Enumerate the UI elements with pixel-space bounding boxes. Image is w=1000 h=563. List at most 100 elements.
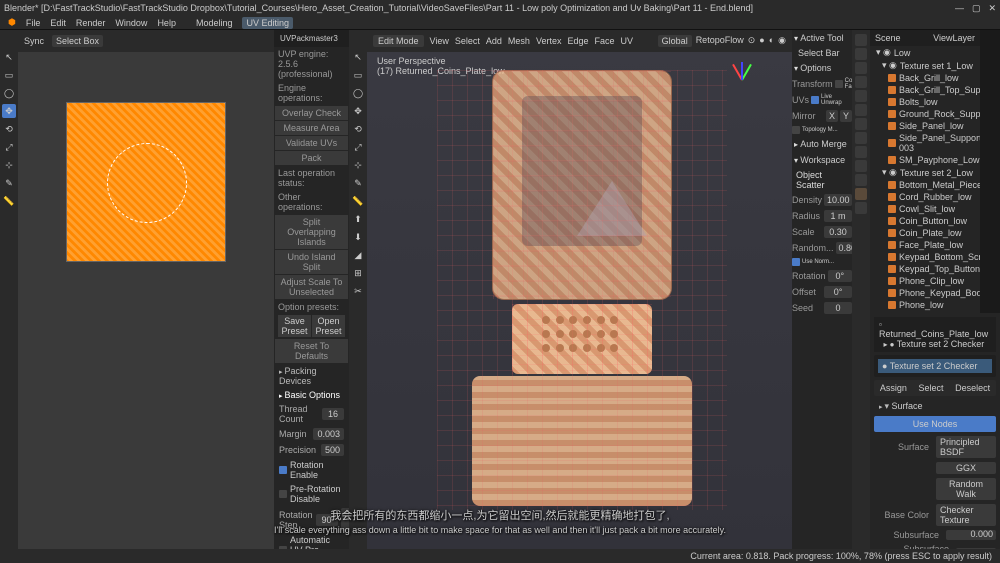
shading-solid-icon[interactable]: ●: [759, 35, 764, 47]
shading-preview-icon[interactable]: ◐: [769, 35, 774, 47]
vp-move-icon[interactable]: ✥: [351, 104, 365, 118]
vp-rotate-icon[interactable]: ⟲: [351, 122, 365, 136]
scene-props-icon[interactable]: [855, 76, 867, 88]
workspace-h[interactable]: ▾ Workspace: [792, 152, 852, 168]
vp-loopcut-icon[interactable]: ⊞: [351, 266, 365, 280]
offset-v[interactable]: 0°: [824, 286, 852, 298]
tool-lasso-icon[interactable]: ◯: [2, 86, 16, 100]
close-icon[interactable]: ✕: [988, 3, 996, 14]
op-validate[interactable]: Validate UVs: [275, 136, 348, 150]
out-item[interactable]: Side_Panel_Support_low-003: [870, 132, 980, 154]
density-v[interactable]: 10.00: [824, 194, 852, 206]
viewport-3d[interactable]: Edit Mode View Select Add Mesh Vertex Ed…: [367, 30, 792, 563]
mirror-x[interactable]: X: [826, 110, 838, 122]
randwalk[interactable]: Random Walk: [936, 478, 996, 500]
out-item[interactable]: Coin_Plate_low: [870, 227, 980, 239]
vp-cursor-icon[interactable]: ↖: [351, 50, 365, 64]
usenorm-chk[interactable]: [792, 258, 800, 266]
op-adjust[interactable]: Adjust Scale To Unselected: [275, 275, 348, 299]
surface-h[interactable]: ▾ Surface: [874, 399, 996, 414]
reset-defaults[interactable]: Reset To Defaults: [275, 339, 348, 363]
op-pack[interactable]: Pack: [275, 151, 348, 165]
minimize-icon[interactable]: —: [955, 3, 964, 14]
tab-modeling[interactable]: Modeling: [196, 18, 233, 28]
checker-tex[interactable]: Checker Texture: [936, 504, 996, 526]
vp-lasso-icon[interactable]: ◯: [351, 86, 365, 100]
out-item[interactable]: Cord_Rubber_low: [870, 191, 980, 203]
uv-islands[interactable]: [66, 102, 226, 262]
tool-rotate-icon[interactable]: ⟲: [2, 122, 16, 136]
out-item[interactable]: Face_Plate_low: [870, 239, 980, 251]
vp-edge[interactable]: Edge: [567, 36, 588, 46]
output-props-icon[interactable]: [855, 48, 867, 60]
tool-annotate-icon[interactable]: ✎: [2, 176, 16, 190]
tool-cursor-icon[interactable]: ↖: [2, 50, 16, 64]
deselect-btn[interactable]: Deselect: [955, 383, 990, 393]
out-item[interactable]: Keypad_Top_Buttons_low: [870, 263, 980, 275]
correct-face-chk[interactable]: [835, 80, 843, 88]
vp-measure-icon[interactable]: 📏: [351, 194, 365, 208]
vp-select-icon[interactable]: ▭: [351, 68, 365, 82]
out-item[interactable]: Cowl_Slit_low: [870, 203, 980, 215]
vp-extrude-icon[interactable]: ⬆: [351, 212, 365, 226]
shading-rendered-icon[interactable]: ◉: [778, 35, 786, 47]
out-item[interactable]: Back_Grill_low: [870, 72, 980, 84]
precision-value[interactable]: 500: [321, 444, 344, 456]
particle-props-icon[interactable]: [855, 132, 867, 144]
tool-select-icon[interactable]: ▭: [2, 68, 16, 82]
out-item[interactable]: Coin_Button_low: [870, 215, 980, 227]
assign-btn[interactable]: Assign: [880, 383, 907, 393]
vp-knife-icon[interactable]: ✂: [351, 284, 365, 298]
vp-select[interactable]: Select: [455, 36, 480, 46]
use-nodes-btn[interactable]: Use Nodes: [874, 416, 996, 432]
mirror-y[interactable]: Y: [840, 110, 852, 122]
model-payphone[interactable]: [437, 70, 727, 510]
out-item[interactable]: Ground_Rock_Support_low: [870, 108, 980, 120]
obj-scatter-h[interactable]: Object Scatter: [792, 168, 852, 192]
basic-options[interactable]: Basic Options: [274, 388, 349, 402]
vp-view[interactable]: View: [430, 36, 449, 46]
viewlayer-props-icon[interactable]: [855, 62, 867, 74]
op-measure[interactable]: Measure Area: [275, 121, 348, 135]
out-item[interactable]: Phone_Clip_low: [870, 275, 980, 287]
subsurf-slider[interactable]: 0.000: [946, 530, 996, 540]
auto-merge-h[interactable]: ▸ Auto Merge: [792, 136, 852, 152]
principled[interactable]: Principled BSDF: [936, 436, 996, 458]
vp-transform-icon[interactable]: ⊹: [351, 158, 365, 172]
mat-slot[interactable]: ▫ Returned_Coins_Plate_low ▸ ● Texture s…: [874, 317, 996, 352]
vp-retopo[interactable]: RetopoFlow: [696, 35, 744, 47]
vp-vertex[interactable]: Vertex: [536, 36, 562, 46]
uv-canvas[interactable]: [18, 52, 274, 312]
out-low[interactable]: ▾ ◉ Low: [870, 46, 980, 59]
texture-props-icon[interactable]: [855, 202, 867, 214]
tab-uvediting[interactable]: UV Editing: [242, 17, 293, 29]
op-overlay[interactable]: Overlay Check: [275, 106, 348, 120]
vp-face[interactable]: Face: [594, 36, 614, 46]
menu-window[interactable]: Window: [115, 18, 147, 28]
tool-move-icon[interactable]: ✥: [2, 104, 16, 118]
rotstep-set[interactable]: Set ▾: [341, 508, 349, 531]
options-h[interactable]: ▾ Options: [792, 60, 852, 76]
vp-annotate-icon[interactable]: ✎: [351, 176, 365, 190]
thread-value[interactable]: 16: [322, 408, 344, 420]
out-item[interactable]: Phone_low: [870, 299, 980, 311]
out-item[interactable]: Phone_Keypad_Body_low: [870, 287, 980, 299]
vp-inset-icon[interactable]: ⬇: [351, 230, 365, 244]
constraint-props-icon[interactable]: [855, 160, 867, 172]
out-item[interactable]: Bottom_Metal_Piece_low: [870, 179, 980, 191]
object-props-icon[interactable]: [855, 104, 867, 116]
ggx[interactable]: GGX: [936, 462, 996, 474]
vp-add[interactable]: Add: [486, 36, 502, 46]
topo-chk[interactable]: [792, 126, 800, 134]
out-texset2[interactable]: ▾ ◉ Texture set 2_Low: [870, 166, 980, 179]
out-item[interactable]: Bolts_low: [870, 96, 980, 108]
active-tool-h[interactable]: ▾ Active Tool: [792, 30, 852, 46]
world-props-icon[interactable]: [855, 90, 867, 102]
uv-selectbox[interactable]: Select Box: [52, 35, 103, 47]
tool-scale-icon[interactable]: ⤢: [2, 140, 16, 154]
select-btn[interactable]: Select: [918, 383, 943, 393]
material-props-icon[interactable]: [855, 188, 867, 200]
vp-global[interactable]: Global: [658, 35, 692, 47]
vp-mesh[interactable]: Mesh: [508, 36, 530, 46]
vp-uv[interactable]: UV: [621, 36, 634, 46]
